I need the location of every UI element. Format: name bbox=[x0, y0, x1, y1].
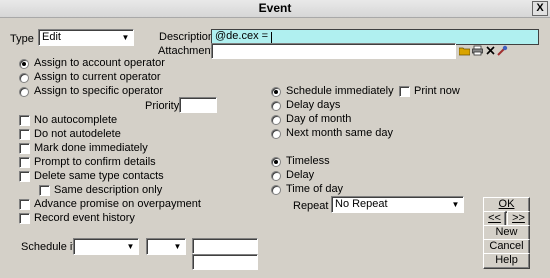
repeat-select[interactable]: No Repeat ▼ bbox=[331, 196, 464, 213]
new-button-label: New bbox=[495, 226, 518, 238]
no-autocomplete-label: No autocomplete bbox=[34, 114, 118, 126]
folder-icon[interactable] bbox=[458, 45, 471, 56]
do-not-autodelete-label: Do not autodelete bbox=[34, 128, 121, 140]
day-of-month-label: Day of month bbox=[286, 113, 352, 125]
next-button-label: >> bbox=[512, 212, 525, 224]
chevron-down-icon: ▼ bbox=[121, 33, 130, 42]
type-label: Type bbox=[10, 33, 34, 45]
attachment-input[interactable] bbox=[211, 43, 456, 59]
record-event-history-label: Record event history bbox=[34, 212, 135, 224]
next-month-same-day-radio[interactable] bbox=[271, 129, 281, 139]
tools-icon[interactable] bbox=[497, 45, 508, 56]
schedule-immediately-label: Schedule immediately bbox=[286, 85, 394, 97]
prompt-to-confirm-details-label: Prompt to confirm details bbox=[34, 156, 156, 168]
title-bar: Event bbox=[0, 0, 550, 18]
assign-to-specific-operator-label: Assign to specific operator bbox=[34, 85, 164, 97]
previous-button-label: << bbox=[488, 212, 501, 224]
record-event-history-checkbox[interactable] bbox=[19, 213, 30, 224]
chevron-down-icon: ▼ bbox=[451, 200, 460, 209]
chevron-down-icon: ▼ bbox=[173, 242, 182, 251]
no-autocomplete-checkbox[interactable] bbox=[19, 115, 30, 126]
description-label: Description bbox=[159, 31, 215, 43]
schedule-if-value2-input[interactable] bbox=[192, 254, 258, 270]
assign-to-account-operator-radio[interactable] bbox=[19, 59, 29, 69]
close-button[interactable]: X bbox=[532, 1, 548, 16]
assign-to-current-operator-label: Assign to current operator bbox=[34, 71, 161, 83]
print-now-checkbox[interactable] bbox=[399, 86, 410, 97]
same-description-only-label: Same description only bbox=[54, 184, 163, 196]
day-of-month-radio[interactable] bbox=[271, 115, 281, 125]
description-value: @de.cex = bbox=[215, 30, 269, 42]
type-value: Edit bbox=[42, 31, 61, 43]
mark-done-immediately-label: Mark done immediately bbox=[34, 142, 148, 154]
window-title: Event bbox=[258, 1, 292, 15]
schedule-immediately-radio[interactable] bbox=[271, 87, 281, 97]
print-now-label: Print now bbox=[414, 85, 460, 97]
delay-label: Delay bbox=[286, 169, 315, 181]
assign-to-account-operator-label: Assign to account operator bbox=[34, 57, 165, 69]
next-month-same-day-label: Next month same day bbox=[286, 127, 393, 139]
timeless-label: Timeless bbox=[286, 155, 330, 167]
delete-same-type-contacts-checkbox[interactable] bbox=[19, 171, 30, 182]
timeless-radio[interactable] bbox=[271, 157, 281, 167]
advance-promise-on-overpayment-label: Advance promise on overpayment bbox=[34, 198, 201, 210]
delete-icon[interactable] bbox=[485, 45, 496, 56]
time-of-day-label: Time of day bbox=[286, 183, 344, 195]
schedule-if-label: Schedule if bbox=[21, 241, 76, 253]
chevron-down-icon: ▼ bbox=[126, 242, 135, 251]
delay-days-radio[interactable] bbox=[271, 101, 281, 111]
help-button[interactable]: Help bbox=[483, 253, 530, 269]
assign-to-current-operator-radio[interactable] bbox=[19, 73, 29, 83]
mark-done-immediately-checkbox[interactable] bbox=[19, 143, 30, 154]
time-of-day-radio[interactable] bbox=[271, 185, 281, 195]
priority-input[interactable] bbox=[179, 97, 217, 113]
repeat-label: Repeat bbox=[293, 200, 329, 212]
assign-to-specific-operator-radio[interactable] bbox=[19, 87, 29, 97]
printer-icon[interactable] bbox=[472, 45, 483, 56]
text-caret bbox=[271, 32, 272, 43]
delay-days-label: Delay days bbox=[286, 99, 341, 111]
schedule-if-operator-select[interactable]: ▼ bbox=[146, 238, 186, 255]
cancel-button-label: Cancel bbox=[489, 240, 524, 252]
schedule-if-field-select[interactable]: ▼ bbox=[73, 238, 139, 255]
type-select[interactable]: Edit ▼ bbox=[38, 29, 134, 46]
delete-same-type-contacts-label: Delete same type contacts bbox=[34, 170, 164, 182]
close-icon: X bbox=[536, 2, 544, 14]
ok-button-label: OK bbox=[498, 198, 515, 210]
advance-promise-on-overpayment-checkbox[interactable] bbox=[19, 199, 30, 210]
schedule-if-value-input[interactable] bbox=[192, 238, 258, 254]
prompt-to-confirm-details-checkbox[interactable] bbox=[19, 157, 30, 168]
priority-label: Priority bbox=[145, 100, 180, 112]
help-button-label: Help bbox=[495, 254, 518, 266]
do-not-autodelete-checkbox[interactable] bbox=[19, 129, 30, 140]
same-description-only-checkbox[interactable] bbox=[39, 185, 50, 196]
delay-radio[interactable] bbox=[271, 171, 281, 181]
attachment-label: Attachment bbox=[158, 45, 214, 57]
repeat-value: No Repeat bbox=[335, 198, 388, 210]
